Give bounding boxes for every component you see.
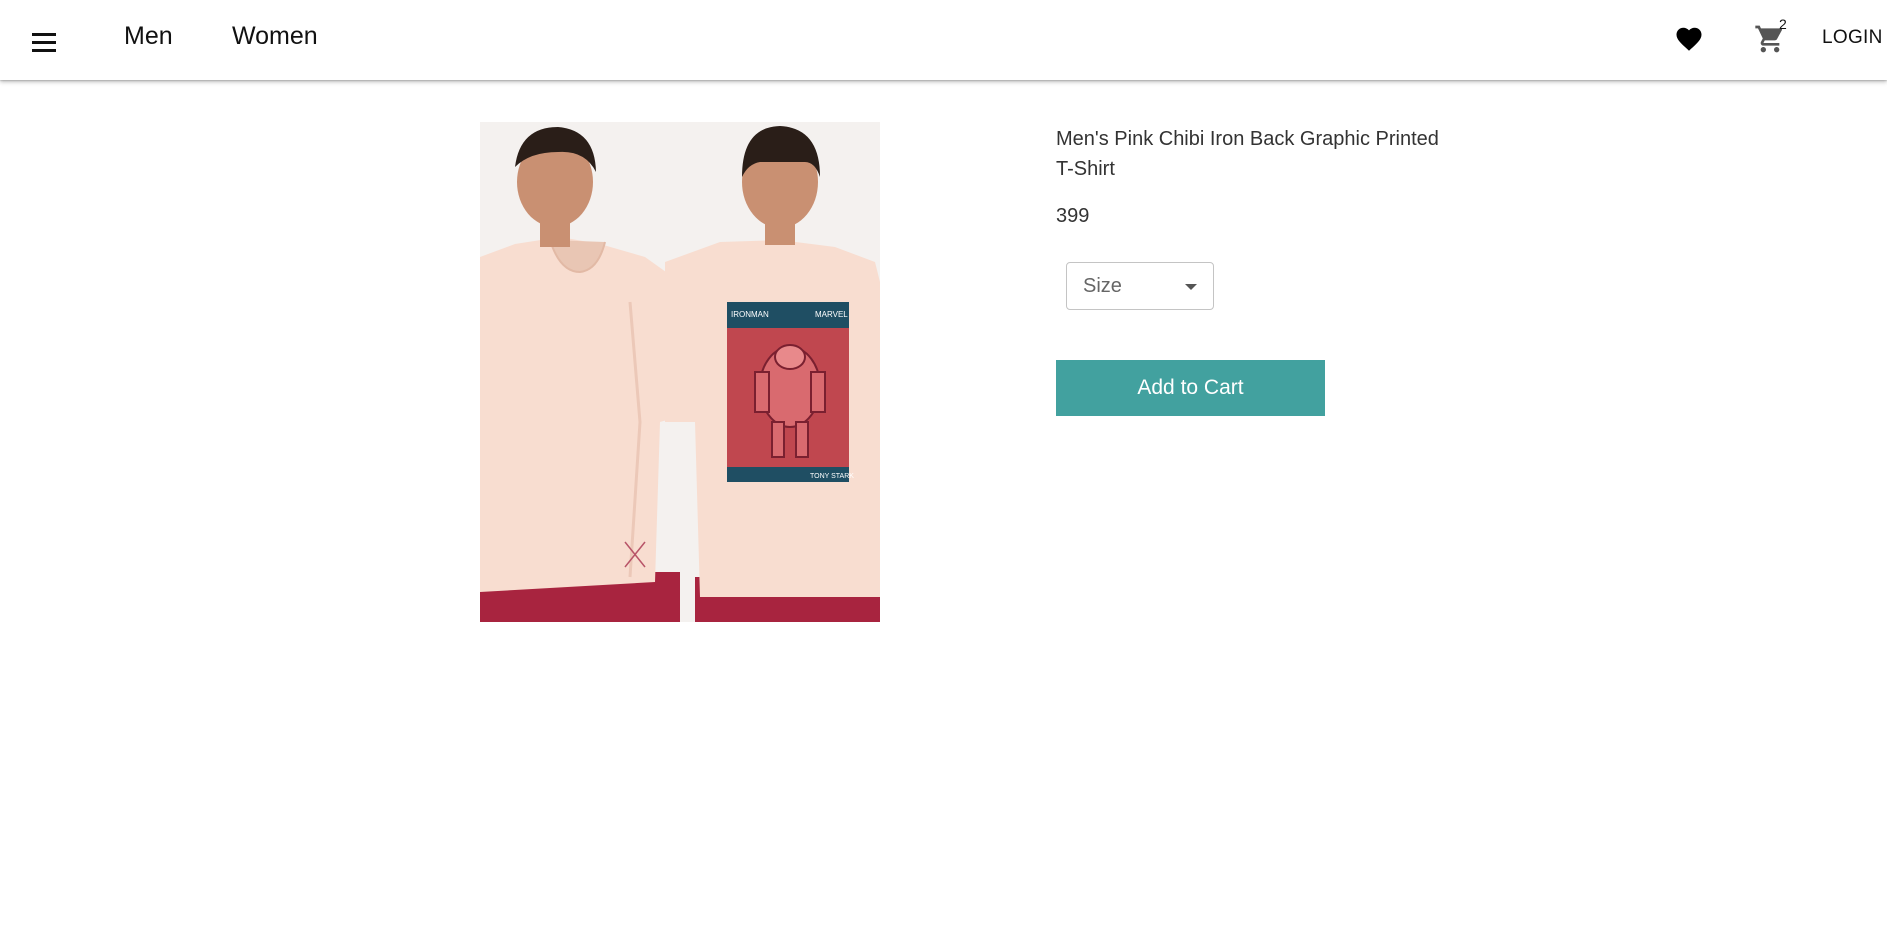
app-bar: Men Women 2 LOGIN <box>0 0 1887 80</box>
product-price: 399 <box>1056 205 1090 227</box>
nav-link-women[interactable]: Women <box>232 22 318 51</box>
login-button[interactable]: LOGIN <box>1822 27 1883 49</box>
poster-label-right: MARVEL <box>815 310 848 319</box>
poster-label-left: IRONMAN <box>731 310 769 319</box>
heart-icon[interactable] <box>1674 24 1704 54</box>
cart-count-badge: 2 <box>1779 16 1787 32</box>
add-to-cart-button[interactable]: Add to Cart <box>1056 360 1325 416</box>
product-title: Men's Pink Chibi Iron Back Graphic Print… <box>1056 128 1439 180</box>
poster-caption: TONY STARK <box>810 473 854 480</box>
size-select[interactable]: Size <box>1066 262 1214 310</box>
chevron-down-icon <box>1185 284 1197 290</box>
size-select-label: Size <box>1083 275 1122 297</box>
nav-link-men[interactable]: Men <box>124 22 173 51</box>
product-image: IRONMAN MARVEL TONY STARK <box>480 122 880 622</box>
menu-icon[interactable] <box>28 28 62 56</box>
